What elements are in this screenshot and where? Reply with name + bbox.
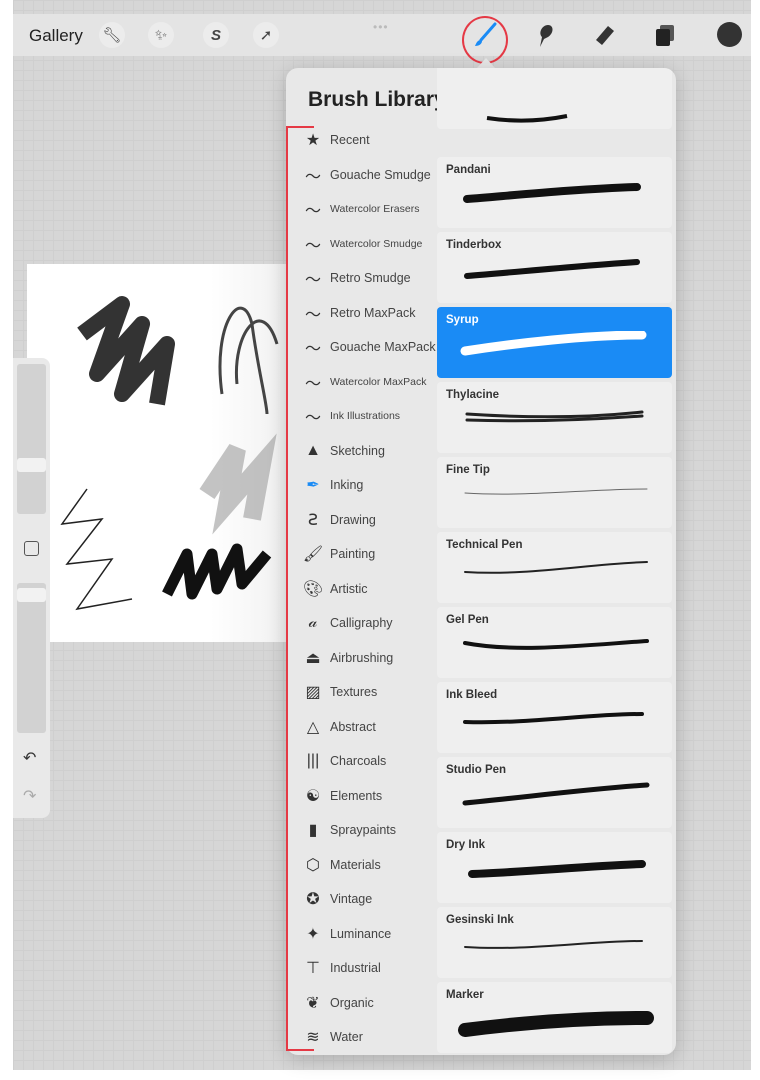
drag-handle[interactable]: ••• [373, 20, 389, 34]
brush-name: Fine Tip [446, 464, 490, 476]
brush-card-technical-pen[interactable]: Technical Pen [437, 532, 672, 603]
category-label: Water [330, 1030, 363, 1044]
brush-name: Tinderbox [446, 239, 502, 251]
opacity-slider[interactable] [17, 583, 46, 733]
eraser-icon[interactable] [590, 21, 618, 49]
annotation-circle [462, 16, 508, 64]
brush-stroke-preview [464, 488, 648, 495]
brush-card-fine-tip[interactable]: Fine Tip [437, 457, 672, 528]
brush-name: Marker [446, 989, 484, 1001]
brush-stroke-preview [464, 561, 648, 574]
opacity-knob[interactable] [17, 588, 46, 602]
category-label: Organic [330, 995, 374, 1010]
brush-size-knob[interactable] [17, 458, 46, 472]
brush-stroke-preview [464, 940, 643, 949]
category-label: Calligraphy [330, 616, 393, 630]
category-label: Elements [330, 788, 383, 803]
category-label: Watercolor Smudge [330, 237, 423, 250]
brush-name: Dry Ink [446, 839, 485, 851]
brush-card-syrup[interactable]: Syrup [437, 307, 672, 378]
brush-card-pandani[interactable]: Pandani [437, 157, 672, 228]
category-label: Abstract [330, 719, 376, 734]
category-label: Artistic [330, 581, 368, 596]
category-label: Watercolor MaxPack [330, 375, 427, 388]
layers-icon[interactable] [651, 21, 679, 49]
category-label: Gouache MaxPack [330, 340, 436, 354]
brush-stroke-preview [464, 259, 640, 279]
category-label: Drawing [330, 512, 376, 527]
brush-card-tinderbox[interactable]: Tinderbox [437, 232, 672, 303]
brush-card-partial[interactable] [437, 68, 672, 129]
smudge-icon[interactable] [530, 21, 558, 49]
brush-stroke-preview [463, 183, 641, 203]
brush-size-slider[interactable] [17, 364, 46, 514]
brush-stroke-preview [460, 331, 647, 356]
undo-icon[interactable]: ↶ [23, 748, 36, 768]
brush-stroke-preview [486, 114, 568, 123]
brush-name: Thylacine [446, 389, 500, 401]
brush-name: Technical Pen [446, 539, 523, 551]
artwork-canvas[interactable] [27, 264, 289, 642]
transform-arrow-icon[interactable]: ➚ [253, 22, 279, 48]
magic-wand-icon[interactable]: ✨︎ [148, 22, 174, 48]
panel-title: Brush Library [308, 88, 446, 111]
wrench-icon[interactable]: 🔧︎ [99, 22, 125, 48]
selection-icon[interactable]: S [203, 22, 229, 48]
brush-stroke-preview [465, 410, 644, 423]
category-label: Inking [330, 478, 364, 492]
popover-arrow [477, 58, 495, 68]
brush-name: Studio Pen [446, 764, 507, 776]
category-label: Gouache Smudge [330, 167, 431, 182]
annotation-bracket [286, 126, 314, 1051]
brush-card-thylacine[interactable]: Thylacine [437, 382, 672, 453]
brush-card-marker[interactable]: Marker [437, 982, 672, 1053]
brush-stroke-preview [468, 860, 646, 878]
left-sidebar: ↶ ↷ [13, 358, 50, 818]
category-label: Painting [330, 547, 376, 561]
brush-name: Gel Pen [446, 614, 489, 626]
category-label: Materials [330, 857, 381, 872]
category-label: Vintage [330, 892, 373, 906]
brush-card-gesinski-ink[interactable]: Gesinski Ink [437, 907, 672, 978]
color-icon[interactable] [717, 22, 742, 47]
brush-name: Syrup [446, 314, 479, 326]
category-label: Recent [330, 133, 370, 147]
category-label: Retro MaxPack [330, 305, 416, 320]
brush-stroke-preview [463, 712, 644, 725]
gallery-button[interactable]: Gallery [29, 26, 83, 46]
brush-card-ink-bleed[interactable]: Ink Bleed [437, 682, 672, 753]
category-label: Airbrushing [330, 650, 394, 665]
brush-library-panel: Brush Library + ★Recent〜Gouache Smudge〜W… [286, 68, 676, 1055]
brush-card-studio-pen[interactable]: Studio Pen [437, 757, 672, 828]
category-label: Luminance [330, 926, 392, 941]
category-label: Spraypaints [330, 823, 397, 837]
redo-icon[interactable]: ↷ [23, 786, 36, 806]
brush-card-dry-ink[interactable]: Dry Ink [437, 832, 672, 903]
brush-stroke-preview [462, 782, 650, 806]
brush-stroke-preview [463, 639, 649, 650]
artwork-strokes [60, 296, 279, 611]
brush-stroke-preview [458, 1011, 654, 1037]
brush-card-gel-pen[interactable]: Gel Pen [437, 607, 672, 678]
category-label: Retro Smudge [330, 271, 411, 285]
top-toolbar: Gallery 🔧︎ ✨︎ S ➚ ••• [13, 14, 751, 56]
category-label: Textures [330, 685, 378, 699]
brush-name: Gesinski Ink [446, 914, 514, 926]
brush-name: Pandani [446, 164, 491, 176]
category-label: Ink Illustrations [330, 410, 401, 422]
category-label: Watercolor Erasers [330, 203, 420, 215]
category-label: Sketching [330, 443, 385, 458]
category-label: Industrial [330, 961, 381, 975]
modify-button[interactable] [24, 541, 39, 556]
brush-name: Ink Bleed [446, 689, 498, 701]
category-label: Charcoals [330, 754, 387, 768]
